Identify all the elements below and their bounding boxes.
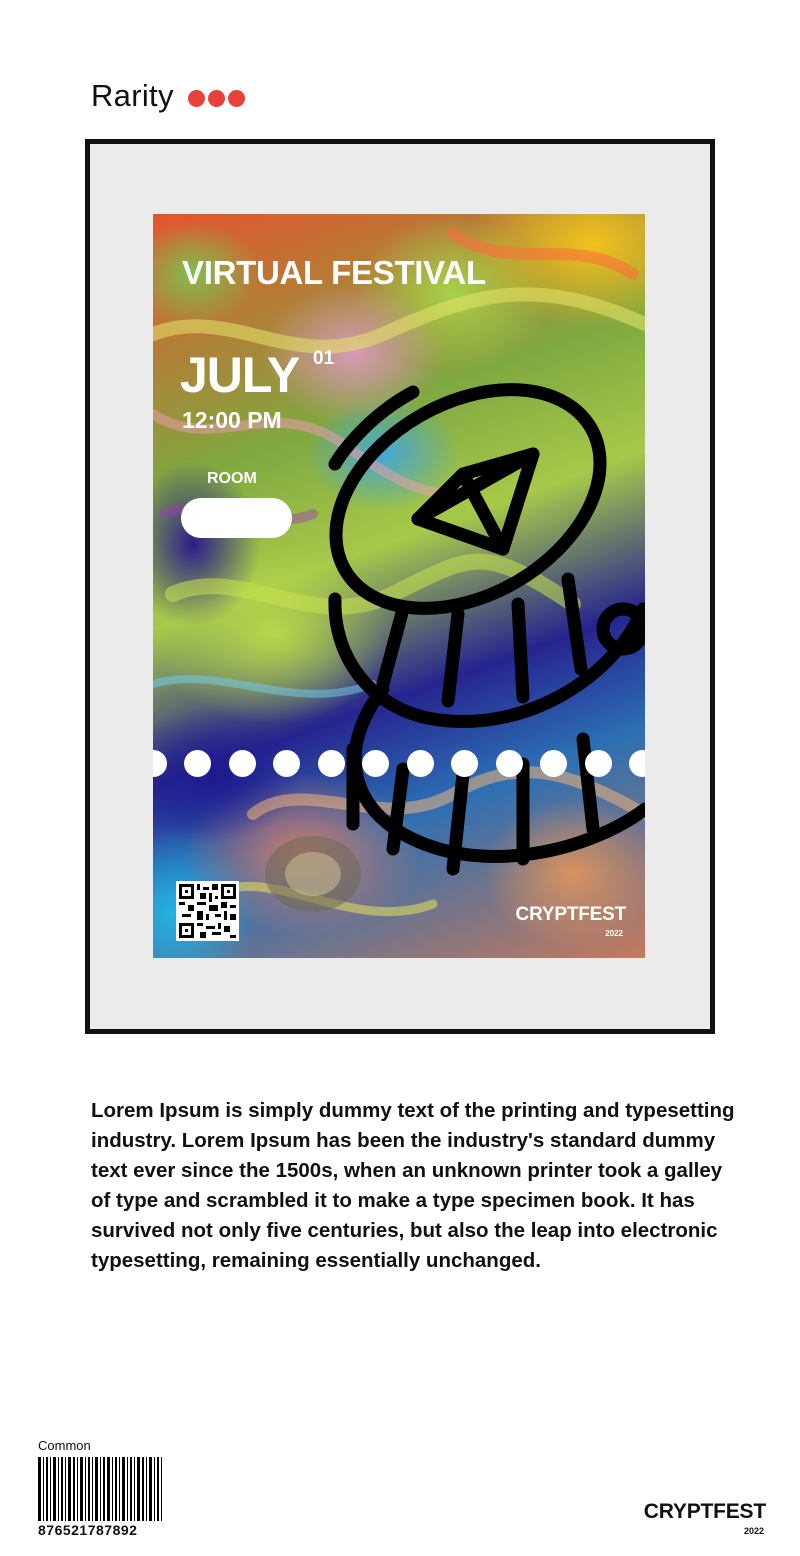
perforation-dot xyxy=(229,750,256,777)
rarity-dot xyxy=(227,89,245,107)
rarity-tier: Common xyxy=(38,1438,91,1453)
rarity-dot xyxy=(207,89,225,107)
ticket-perforation xyxy=(153,750,645,778)
footer-brand: CRYPTFEST xyxy=(643,1500,766,1523)
perforation-dot xyxy=(184,750,211,777)
ticket-year: 2022 xyxy=(605,929,623,938)
perforation-dot xyxy=(318,750,345,777)
perforation-dot xyxy=(273,750,300,777)
perforation-dot xyxy=(629,750,645,777)
ticket-day: 01 xyxy=(313,348,335,369)
ticket-title: VIRTUAL FESTIVAL xyxy=(182,254,486,291)
description-text: Lorem Ipsum is simply dummy text of the … xyxy=(91,1099,735,1272)
rarity-dot xyxy=(187,89,205,107)
ethereum-coin-icon xyxy=(328,383,645,876)
rarity-label: Rarity xyxy=(91,78,174,113)
perforation-dot xyxy=(496,750,523,777)
perforation-dot xyxy=(362,750,389,777)
barcode-number: 876521787892 xyxy=(38,1522,138,1538)
ticket-time: 12:00 PM xyxy=(182,407,282,433)
footer-year: 2022 xyxy=(743,1526,764,1536)
rarity-dots xyxy=(187,89,245,107)
ticket-room-field xyxy=(181,498,292,538)
perforation-dot xyxy=(451,750,478,777)
perforation-dot xyxy=(407,750,434,777)
perforation-dot xyxy=(540,750,567,777)
ticket-brand: CRYPTFEST xyxy=(515,904,627,925)
ticket-card[interactable]: VIRTUAL FESTIVAL JULY 01 12:00 PM ROOM C… xyxy=(153,214,645,958)
perforation-dot xyxy=(153,750,167,777)
ticket-month: JULY xyxy=(180,347,300,403)
ticket-room-label: ROOM xyxy=(207,470,257,487)
barcode xyxy=(38,1457,162,1521)
qr-code-icon xyxy=(176,881,239,941)
perforation-dot xyxy=(585,750,612,777)
rarity-indicator: Rarity xyxy=(91,76,245,116)
